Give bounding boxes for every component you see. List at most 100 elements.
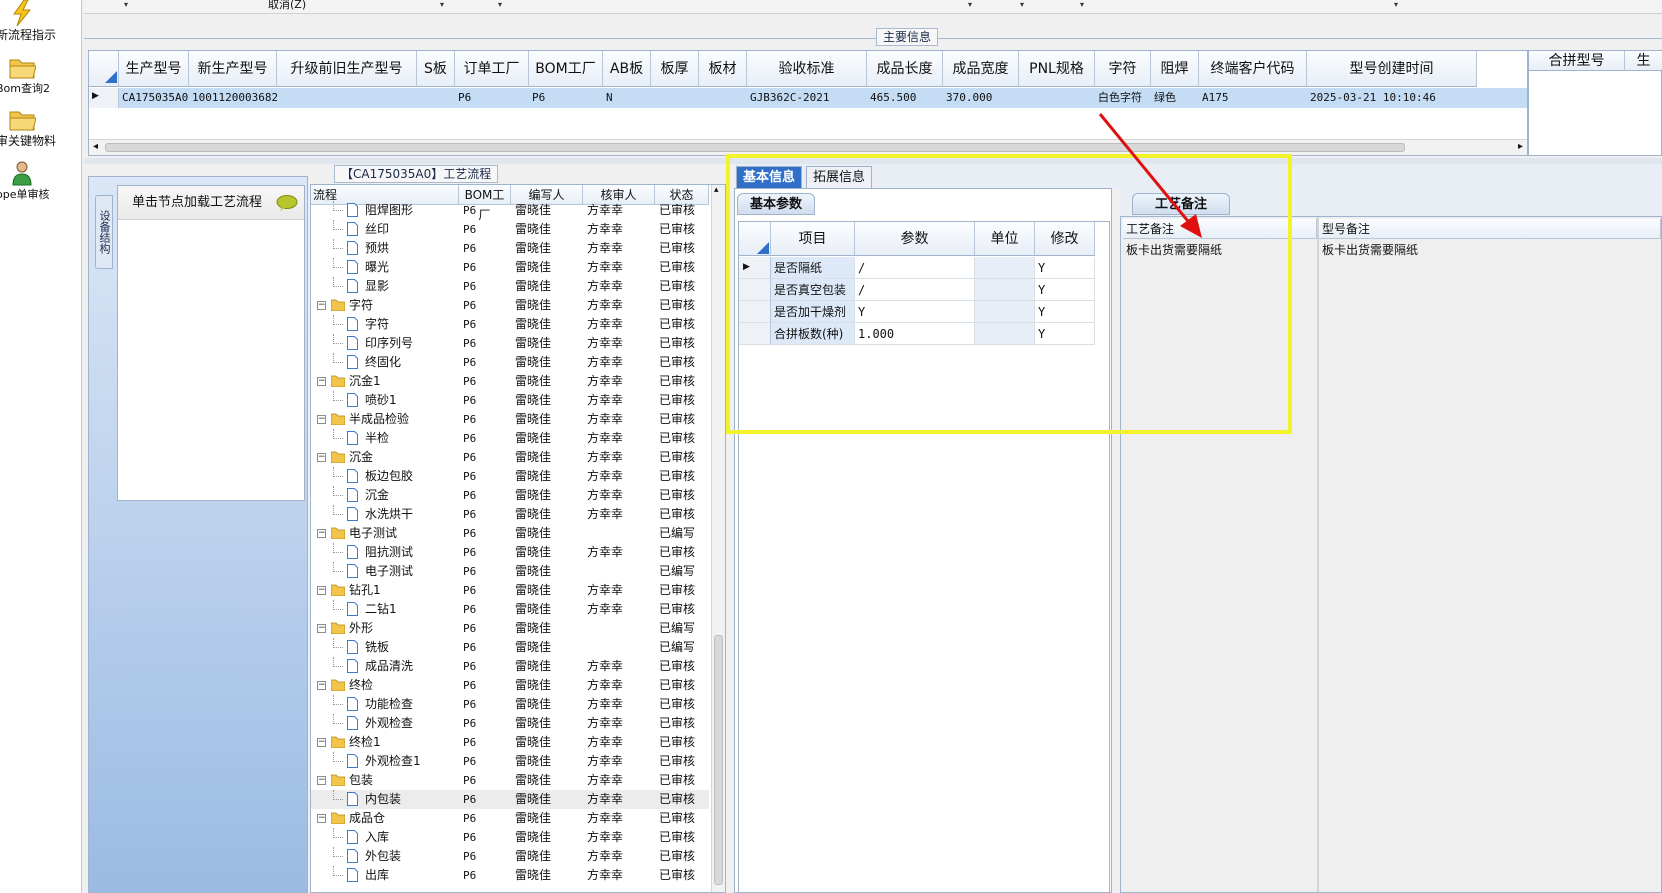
collapse-toggle-icon[interactable]: −: [317, 301, 326, 310]
tree-row[interactable]: 铣板 P6 雷晓佳 已编写: [311, 638, 709, 657]
tree-row[interactable]: 内包装 P6 雷晓佳 方幸幸 已审核: [311, 790, 709, 809]
tree-row[interactable]: − 电子测试 P6 雷晓佳 已编写: [311, 524, 709, 543]
tree-row[interactable]: 成品清洗 P6 雷晓佳 方幸幸 已审核: [311, 657, 709, 676]
column-header[interactable]: 板厚: [651, 51, 699, 87]
device-structure-tab[interactable]: 设备结构: [95, 195, 113, 269]
column-header[interactable]: 生产型号: [119, 51, 189, 87]
tree-row[interactable]: 水洗烘干 P6 雷晓佳 方幸幸 已审核: [311, 505, 709, 524]
column-header[interactable]: 成品长度: [867, 51, 943, 87]
column-header[interactable]: 验收标准: [747, 51, 867, 87]
collapse-toggle-icon[interactable]: −: [317, 738, 326, 747]
collapse-toggle-icon[interactable]: −: [317, 453, 326, 462]
tree-node-label[interactable]: 显影: [365, 277, 389, 296]
tree-row[interactable]: 功能检查 P6 雷晓佳 方幸幸 已审核: [311, 695, 709, 714]
tree-node-label[interactable]: 半检: [365, 429, 389, 448]
grid-cell[interactable]: 370.000: [943, 88, 1019, 108]
tree-row[interactable]: 入库 P6 雷晓佳 方幸幸 已审核: [311, 828, 709, 847]
grid-cell[interactable]: P6: [529, 88, 603, 108]
dropdown-arrow-icon[interactable]: ▾: [1020, 0, 1024, 9]
tree-row[interactable]: 终固化 P6 雷晓佳 方幸幸 已审核: [311, 353, 709, 372]
tree-node-label[interactable]: 外观检查1: [365, 752, 421, 771]
tree-row[interactable]: 显影 P6 雷晓佳 方幸幸 已审核: [311, 277, 709, 296]
tree-node-label[interactable]: 钻孔1: [349, 581, 381, 600]
launcher-item-key-material[interactable]: 审关键物料: [0, 106, 82, 149]
tree-row[interactable]: 阻焊图形 P6 雷晓佳 方幸幸 已审核: [311, 201, 709, 220]
tree-node-label[interactable]: 半成品检验: [349, 410, 409, 429]
tree-row[interactable]: 印序列号 P6 雷晓佳 方幸幸 已审核: [311, 334, 709, 353]
column-header[interactable]: 板材: [699, 51, 747, 87]
grid-cell[interactable]: 465.500: [867, 88, 943, 108]
column-header[interactable]: 升级前旧生产型号: [277, 51, 417, 87]
tree-node-label[interactable]: 阻抗测试: [365, 543, 413, 562]
tree-node-label[interactable]: 水洗烘干: [365, 505, 413, 524]
grid-cell[interactable]: [651, 88, 699, 108]
grid-cell[interactable]: [277, 88, 417, 108]
tree-row[interactable]: − 钻孔1 P6 雷晓佳 方幸幸 已审核: [311, 581, 709, 600]
column-header[interactable]: S板: [417, 51, 455, 87]
tree-row[interactable]: 二钻1 P6 雷晓佳 方幸幸 已审核: [311, 600, 709, 619]
dropdown-arrow-icon[interactable]: ▾: [1394, 0, 1398, 9]
tree-row[interactable]: 外观检查 P6 雷晓佳 方幸幸 已审核: [311, 714, 709, 733]
scrollbar-thumb[interactable]: [714, 635, 723, 885]
tree-node-label[interactable]: 沉金1: [349, 372, 381, 391]
collapse-toggle-icon[interactable]: −: [317, 415, 326, 424]
tree-node-label[interactable]: 铣板: [365, 638, 389, 657]
column-header[interactable]: PNL规格: [1019, 51, 1095, 87]
tree-node-label[interactable]: 二钻1: [365, 600, 397, 619]
scroll-up-icon[interactable]: ▴: [714, 185, 719, 195]
tree-row[interactable]: − 外形 P6 雷晓佳 已编写: [311, 619, 709, 638]
grid-cell[interactable]: [699, 88, 747, 108]
column-header[interactable]: 阻焊: [1151, 51, 1199, 87]
tree-node-label[interactable]: 入库: [365, 828, 389, 847]
tree-node-label[interactable]: 字符: [365, 315, 389, 334]
tree-node-label[interactable]: 曝光: [365, 258, 389, 277]
tree-node-label[interactable]: 预烘: [365, 239, 389, 258]
launcher-item-process[interactable]: 新流程指示: [0, 0, 82, 43]
tree-row[interactable]: − 沉金 P6 雷晓佳 方幸幸 已审核: [311, 448, 709, 467]
tree-node-label[interactable]: 终检: [349, 676, 373, 695]
column-header[interactable]: BOM工厂: [529, 51, 603, 87]
collapse-toggle-icon[interactable]: −: [317, 586, 326, 595]
collapse-toggle-icon[interactable]: −: [317, 776, 326, 785]
collapse-toggle-icon[interactable]: −: [317, 624, 326, 633]
tree-node-label[interactable]: 成品清洗: [365, 657, 413, 676]
grid-cell[interactable]: GJB362C-2021: [747, 88, 867, 108]
collapse-toggle-icon[interactable]: −: [317, 814, 326, 823]
tree-row[interactable]: 外观检查1 P6 雷晓佳 方幸幸 已审核: [311, 752, 709, 771]
collapse-toggle-icon[interactable]: −: [317, 529, 326, 538]
tree-row[interactable]: 电子测试 P6 雷晓佳 已编写: [311, 562, 709, 581]
tree-row[interactable]: 字符 P6 雷晓佳 方幸幸 已审核: [311, 315, 709, 334]
column-header[interactable]: 字符: [1095, 51, 1151, 87]
column-header[interactable]: 订单工厂: [455, 51, 529, 87]
tree-row[interactable]: 半检 P6 雷晓佳 方幸幸 已审核: [311, 429, 709, 448]
tree-node-label[interactable]: 电子测试: [365, 562, 413, 581]
column-header[interactable]: 终端客户代码: [1199, 51, 1307, 87]
dropdown-arrow-icon[interactable]: ▾: [440, 0, 444, 9]
tree-node-label[interactable]: 字符: [349, 296, 373, 315]
tree-node-label[interactable]: 成品仓: [349, 809, 385, 828]
tree-node-label[interactable]: 沉金: [349, 448, 373, 467]
tree-node-label[interactable]: 板边包胶: [365, 467, 413, 486]
tree-row[interactable]: − 包装 P6 雷晓佳 方幸幸 已审核: [311, 771, 709, 790]
tree-row[interactable]: − 终检1 P6 雷晓佳 方幸幸 已审核: [311, 733, 709, 752]
tree-row[interactable]: 预烘 P6 雷晓佳 方幸幸 已审核: [311, 239, 709, 258]
column-header[interactable]: 新生产型号: [189, 51, 277, 87]
grid-cell[interactable]: 2025-03-21 10:10:46: [1307, 88, 1477, 108]
collapse-toggle-icon[interactable]: −: [317, 681, 326, 690]
tree-row[interactable]: − 字符 P6 雷晓佳 方幸幸 已审核: [311, 296, 709, 315]
tree-node-label[interactable]: 丝印: [365, 220, 389, 239]
tree-row[interactable]: 外包装 P6 雷晓佳 方幸幸 已审核: [311, 847, 709, 866]
grid-cell[interactable]: N: [603, 88, 651, 108]
vertical-scrollbar[interactable]: ▴: [711, 185, 725, 892]
tree-row[interactable]: 喷砂1 P6 雷晓佳 方幸幸 已审核: [311, 391, 709, 410]
column-header[interactable]: 型号创建时间: [1307, 51, 1477, 87]
tree-node-label[interactable]: 功能检查: [365, 695, 413, 714]
tree-row[interactable]: 沉金 P6 雷晓佳 方幸幸 已审核: [311, 486, 709, 505]
launcher-item-bom[interactable]: Bom查询2: [0, 54, 82, 96]
tree-node-label[interactable]: 外包装: [365, 847, 401, 866]
column-header[interactable]: AB板: [603, 51, 651, 87]
tree-node-label[interactable]: 印序列号: [365, 334, 413, 353]
column-header[interactable]: 生: [1625, 51, 1662, 71]
tree-node-label[interactable]: 喷砂1: [365, 391, 397, 410]
tree-row[interactable]: − 沉金1 P6 雷晓佳 方幸幸 已审核: [311, 372, 709, 391]
